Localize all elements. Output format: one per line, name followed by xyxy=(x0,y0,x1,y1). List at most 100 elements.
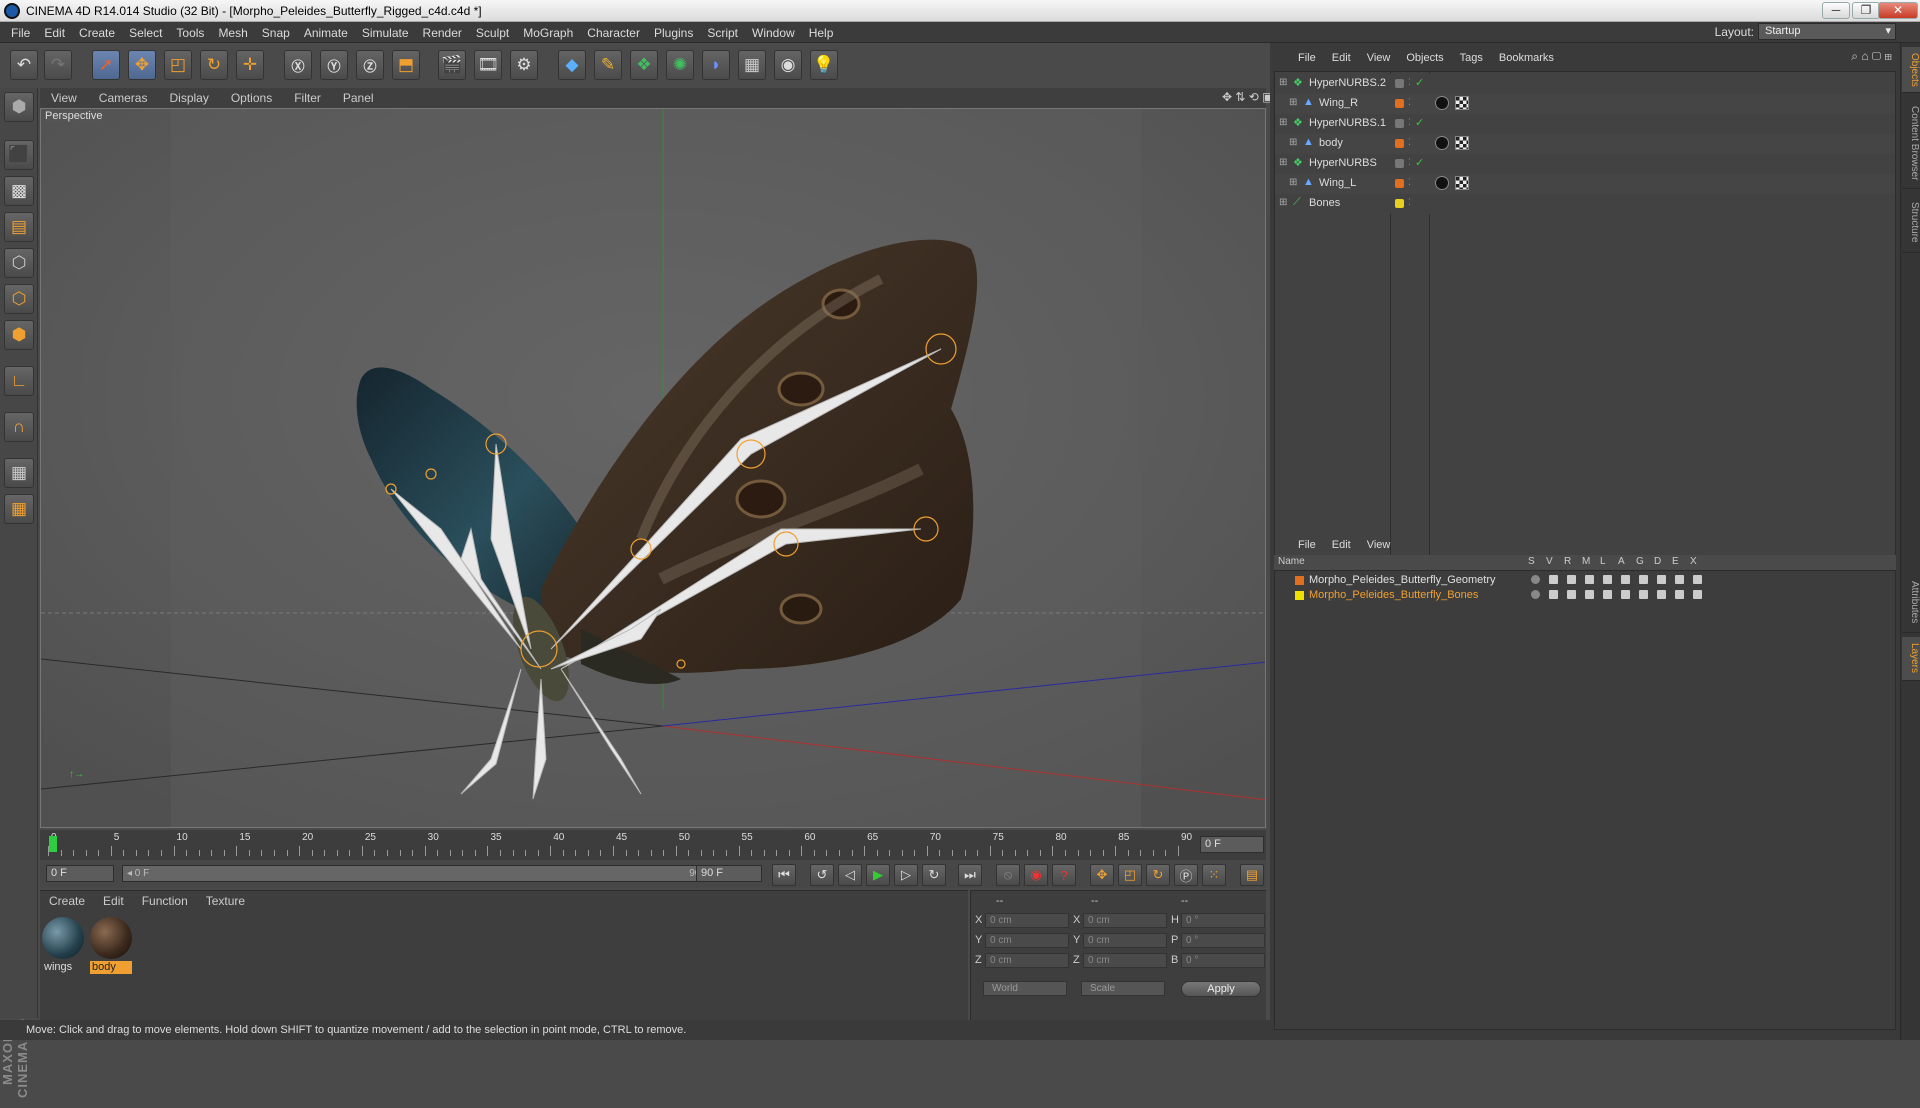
material-menu-texture[interactable]: Texture xyxy=(197,894,254,908)
expand-toggle-icon[interactable]: ⊞ xyxy=(1279,157,1287,168)
object-menu-file[interactable]: File xyxy=(1290,52,1324,64)
layer-toggle-d-icon[interactable] xyxy=(1657,575,1666,584)
autokey-icon[interactable]: ◉ xyxy=(1024,864,1048,886)
visibility-dots-icon[interactable]: ⁚ xyxy=(1408,117,1411,128)
texture-tag-icon[interactable] xyxy=(1455,136,1469,150)
object-row[interactable]: ⊞ ▲ body ⁚ xyxy=(1275,134,1895,154)
expand-toggle-icon[interactable]: ⊞ xyxy=(1279,197,1287,208)
layer-column-r[interactable]: R xyxy=(1564,556,1571,567)
coord-size-z-field[interactable]: 0 cm xyxy=(1083,953,1167,968)
maximize-button[interactable]: ❐ xyxy=(1852,2,1880,19)
layer-toggle-e-icon[interactable] xyxy=(1675,575,1684,584)
menu-mograph[interactable]: MoGraph xyxy=(516,26,580,40)
tab-structure[interactable]: Structure xyxy=(1902,193,1920,253)
object-row[interactable]: ⊞ ❖ HyperNURBS.1 ⁚ ✓ xyxy=(1275,114,1895,134)
spline-pen-icon[interactable]: ✎ xyxy=(594,50,622,80)
cube-icon[interactable]: ◆ xyxy=(558,50,586,80)
viewport-menu-display[interactable]: Display xyxy=(158,91,219,105)
point-level-animation-icon[interactable]: ⁙ xyxy=(1202,864,1226,886)
layer-column-g[interactable]: G xyxy=(1636,556,1644,567)
layer-column-v[interactable]: V xyxy=(1546,556,1553,567)
previous-key-icon[interactable]: ↺ xyxy=(810,864,834,886)
layer-toggle-g-icon[interactable] xyxy=(1639,575,1648,584)
menu-simulate[interactable]: Simulate xyxy=(355,26,416,40)
tab-objects[interactable]: Objects xyxy=(1902,47,1920,93)
tab-content-browser[interactable]: Content Browser xyxy=(1902,99,1920,189)
menu-character[interactable]: Character xyxy=(580,26,647,40)
snap-icon[interactable]: ▦ xyxy=(4,458,34,488)
layer-toggle-g-icon[interactable] xyxy=(1639,590,1648,599)
menu-file[interactable]: File xyxy=(4,26,37,40)
tab-layers[interactable]: Layers xyxy=(1902,637,1920,681)
layer-color-swatch[interactable] xyxy=(1395,179,1404,188)
layer-color-swatch[interactable] xyxy=(1395,99,1404,108)
position-key-icon[interactable]: ✥ xyxy=(1090,864,1114,886)
model-mode-icon[interactable]: ⬛ xyxy=(4,140,34,170)
object-menu-edit[interactable]: Edit xyxy=(1324,52,1359,64)
timeline-playhead[interactable] xyxy=(49,836,57,852)
object-name[interactable]: HyperNURBS xyxy=(1309,157,1377,169)
coord-size-x-field[interactable]: 0 cm xyxy=(1083,913,1167,928)
texture-mode-icon[interactable]: ▩ xyxy=(4,176,34,206)
layer-toggle-v-icon[interactable] xyxy=(1549,590,1558,599)
layer-column-s[interactable]: S xyxy=(1528,556,1535,567)
frame-range-slider[interactable]: ◂ 0 F 90 F ▸ xyxy=(122,865,722,882)
object-manager-list[interactable]: ⊞ ❖ HyperNURBS.2 ⁚ ✓ ⊞ ▲ Wing_R ⁚ ⊞ ❖ HyperNURBS.1 ⁚… xyxy=(1274,71,1896,567)
scale-key-icon[interactable]: ◰ xyxy=(1118,864,1142,886)
timeline-ruler[interactable]: 051015202530354045505560657075808590 xyxy=(48,832,1198,858)
layer-toggle-a-icon[interactable] xyxy=(1621,575,1630,584)
material-menu-edit[interactable]: Edit xyxy=(94,894,133,908)
material-body-preview[interactable] xyxy=(90,917,132,959)
layer-name[interactable]: Morpho_Peleides_Butterfly_Bones xyxy=(1309,589,1478,601)
camera-icon[interactable]: ◉ xyxy=(774,50,802,80)
menu-script[interactable]: Script xyxy=(700,26,745,40)
layer-color-swatch[interactable] xyxy=(1395,199,1404,208)
layer-toggle-m-icon[interactable] xyxy=(1585,590,1594,599)
close-button[interactable]: ✕ xyxy=(1878,2,1918,19)
render-picture-viewer-icon[interactable]: 🎞 xyxy=(474,50,502,80)
layer-toggle-l-icon[interactable] xyxy=(1603,575,1612,584)
end-frame-field[interactable]: 90 F xyxy=(696,865,762,882)
layer-list[interactable]: Morpho_Peleides_Butterfly_Geometry Morpho… xyxy=(1274,570,1896,1030)
rotation-key-icon[interactable]: ↻ xyxy=(1146,864,1170,886)
coord-position-y-field[interactable]: 0 cm xyxy=(985,933,1069,948)
object-menu-bookmarks[interactable]: Bookmarks xyxy=(1491,52,1562,64)
layer-menu-view[interactable]: View xyxy=(1359,539,1399,551)
object-name[interactable]: Bones xyxy=(1309,197,1340,209)
y-axis-icon[interactable]: Ⓨ xyxy=(320,50,348,80)
material-tag-icon[interactable] xyxy=(1435,96,1449,110)
enabled-check-icon[interactable]: ✓ xyxy=(1415,76,1424,89)
viewport-menu-view[interactable]: View xyxy=(40,91,88,105)
menu-tools[interactable]: Tools xyxy=(169,26,211,40)
apply-button[interactable]: Apply xyxy=(1181,981,1261,997)
layer-toggle-s-icon[interactable] xyxy=(1531,590,1540,599)
layer-column-e[interactable]: E xyxy=(1672,556,1679,567)
layer-toggle-v-icon[interactable] xyxy=(1549,575,1558,584)
object-name[interactable]: Wing_R xyxy=(1319,97,1358,109)
menu-plugins[interactable]: Plugins xyxy=(647,26,700,40)
layer-toggle-m-icon[interactable] xyxy=(1585,575,1594,584)
object-row[interactable]: ⊞ ⟋ Bones ⁚ xyxy=(1275,194,1895,214)
layer-column-x[interactable]: X xyxy=(1690,556,1697,567)
object-name[interactable]: body xyxy=(1319,137,1343,149)
workplane-mode-icon[interactable]: ▤ xyxy=(4,212,34,242)
layer-column-d[interactable]: D xyxy=(1654,556,1661,567)
menu-render[interactable]: Render xyxy=(416,26,469,40)
expand-toggle-icon[interactable]: ⊞ xyxy=(1279,77,1287,88)
menu-window[interactable]: Window xyxy=(745,26,802,40)
make-editable-icon[interactable]: ⬢ xyxy=(4,92,34,122)
next-frame-icon[interactable]: ▷ xyxy=(894,864,918,886)
layer-toggle-e-icon[interactable] xyxy=(1675,590,1684,599)
menu-mesh[interactable]: Mesh xyxy=(211,26,254,40)
workplane-lock-icon[interactable]: ▦ xyxy=(4,494,34,524)
object-name[interactable]: Wing_L xyxy=(1319,177,1356,189)
object-name[interactable]: HyperNURBS.2 xyxy=(1309,77,1386,89)
layer-color-swatch[interactable] xyxy=(1395,119,1404,128)
visibility-dots-icon[interactable]: ⁚ xyxy=(1408,157,1411,168)
axis-mode-icon[interactable]: ∟ xyxy=(4,366,34,396)
menu-sculpt[interactable]: Sculpt xyxy=(469,26,516,40)
enabled-check-icon[interactable]: ✓ xyxy=(1415,156,1424,169)
points-mode-icon[interactable]: ⬡ xyxy=(4,248,34,278)
visibility-dots-icon[interactable]: ⁚ xyxy=(1408,137,1411,148)
floor-icon[interactable]: ▦ xyxy=(738,50,766,80)
